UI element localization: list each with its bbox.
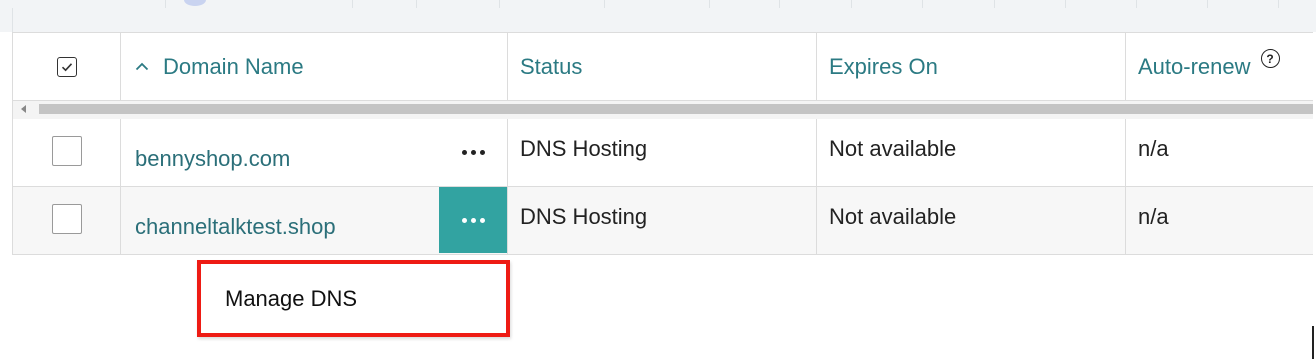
toolbar-segment (779, 0, 852, 8)
menu-item-manage-dns[interactable]: Manage DNS (225, 286, 357, 312)
domain-link[interactable]: bennyshop.com (135, 146, 290, 172)
expires-text: Not available (829, 203, 957, 229)
column-header-label: Auto-renew (1138, 53, 1251, 79)
domains-table: Domain Name Status Expires On Auto-renew… (12, 32, 1313, 255)
column-header-label: Domain Name (163, 53, 304, 79)
status-text: DNS Hosting (520, 135, 648, 161)
toolbar-segment (604, 0, 710, 8)
expires-text: Not available (829, 135, 957, 161)
select-all-checkbox[interactable] (56, 56, 77, 77)
scroll-left-icon[interactable] (21, 105, 26, 113)
status-cell: DNS Hosting (508, 187, 817, 255)
more-dot (479, 217, 485, 223)
column-header-domain-name[interactable]: Domain Name (121, 33, 508, 101)
toolbar-segment (994, 0, 1066, 8)
auto-renew-text: n/a (1138, 135, 1169, 161)
more-dot (479, 149, 485, 155)
checkmark-icon (61, 62, 72, 71)
toolbar-segment (1065, 0, 1137, 8)
row-select-cell (13, 119, 121, 187)
column-header-expires-on[interactable]: Expires On (817, 33, 1126, 101)
toolbar-segment (1207, 0, 1279, 8)
row-checkbox[interactable] (51, 135, 82, 166)
toolbar-segment (922, 0, 995, 8)
toolbar-segment (416, 0, 500, 8)
toolbar-segment (851, 0, 923, 8)
window-edge (1312, 326, 1314, 359)
row-select-cell (13, 187, 121, 255)
row-actions-button[interactable] (439, 119, 507, 185)
more-dot (470, 217, 476, 223)
domain-link[interactable]: channeltalktest.shop (135, 214, 336, 240)
toolbar-segment (165, 0, 353, 8)
more-dot (470, 149, 476, 155)
more-horizontal-icon (461, 217, 467, 223)
toolbar-segment (1136, 0, 1208, 8)
expires-cell: Not available (817, 187, 1126, 255)
scrollbar-thumb[interactable] (39, 104, 1313, 114)
column-header-status[interactable]: Status (508, 33, 817, 101)
row-checkbox[interactable] (51, 203, 82, 234)
top-toolbar-strip (0, 0, 1316, 32)
toolbar-segment (709, 0, 780, 8)
column-header-auto-renew[interactable]: Auto-renew ? (1126, 33, 1313, 101)
status-text: DNS Hosting (520, 203, 648, 229)
column-header-label: Status (520, 53, 583, 79)
help-circle-icon[interactable]: ? (1260, 49, 1280, 68)
row-actions-button[interactable] (439, 187, 507, 253)
more-horizontal-icon (461, 149, 467, 155)
row-actions-menu: Manage DNS (197, 260, 510, 337)
header-select-all-cell (13, 33, 121, 101)
chevron-up-icon (135, 62, 149, 71)
horizontal-scrollbar[interactable] (13, 101, 1313, 120)
toolbar-divider (12, 8, 13, 32)
toolbar-segment (352, 0, 417, 8)
expires-cell: Not available (817, 119, 1126, 187)
toolbar-segment (0, 0, 166, 8)
toolbar-segment (499, 0, 605, 8)
auto-renew-cell: n/a (1126, 187, 1313, 255)
auto-renew-text: n/a (1138, 203, 1169, 229)
column-header-label: Expires On (829, 53, 938, 79)
status-cell: DNS Hosting (508, 119, 817, 187)
auto-renew-cell: n/a (1126, 119, 1313, 187)
